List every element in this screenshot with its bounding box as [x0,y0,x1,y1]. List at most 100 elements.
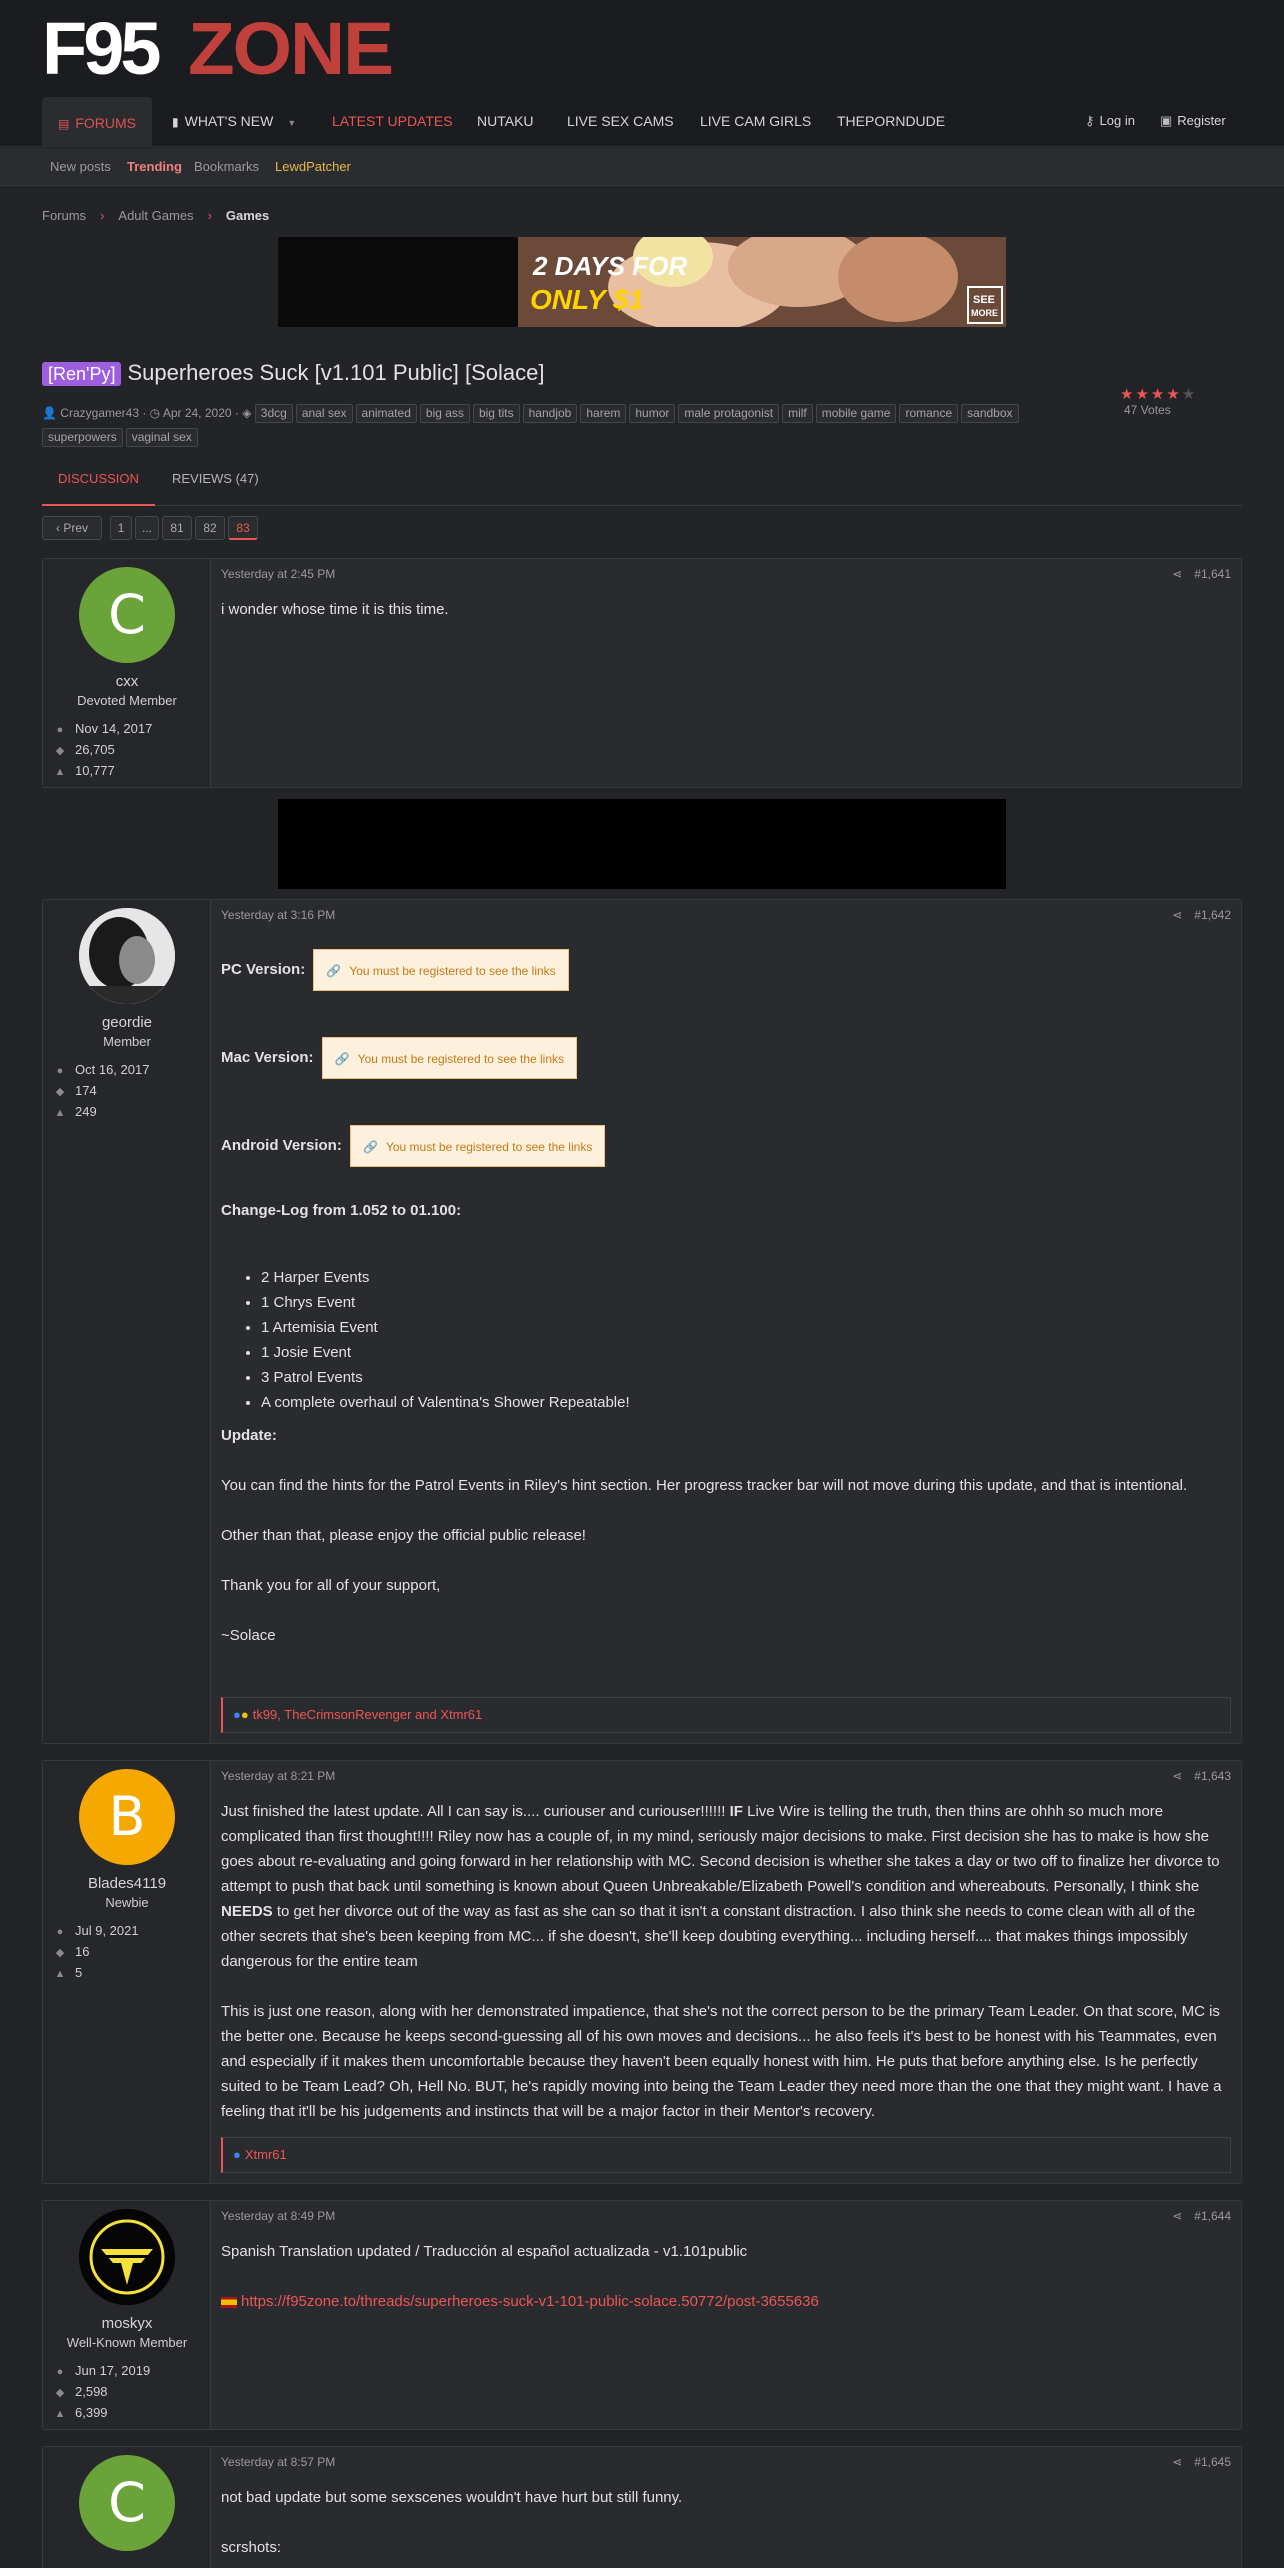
joined-date: Jul 9, 2021 [75,1923,139,1938]
post-date[interactable]: Yesterday at 8:57 PM [221,2455,335,2469]
post-number[interactable]: ⋖ #1,645 [1172,2455,1231,2469]
logo-zone: ZONE [188,16,392,78]
ad-banner[interactable]: 2 DAYS FOR ONLY $1 SEE MORE [278,237,1006,327]
nav-whats-new-label: WHAT'S NEW [184,113,274,129]
list-item: 1 Chrys Event [261,1290,1231,1315]
thread-prefix[interactable]: [Ren'Py] [42,362,122,386]
tag[interactable]: vaginal sex [125,428,198,447]
post-date[interactable]: Yesterday at 8:49 PM [221,2209,335,2223]
nav-forums[interactable]: ▤ FORUMS [42,97,153,147]
post-date[interactable]: Yesterday at 3:16 PM [221,908,335,922]
pager-current-page[interactable]: 83 [228,516,258,540]
list-item: 3 Patrol Events [261,1365,1231,1390]
username[interactable]: moskyx [43,2315,211,2332]
thread-date[interactable]: Apr 24, 2020 [163,406,232,420]
link-icon: 🔗 [363,1140,378,1155]
post-date[interactable]: Yesterday at 2:45 PM [221,567,335,581]
breadcrumb-forums[interactable]: Forums [42,208,86,223]
share-icon[interactable]: ⋖ [1172,2209,1182,2223]
nav-whats-new[interactable]: ▮ WHAT'S NEW ▼ [172,95,296,147]
reactions-list[interactable]: Xtmr61 [245,2147,287,2162]
register-link[interactable]: ▣ Register [1160,95,1226,147]
username[interactable]: Blades4119 [43,1875,211,1892]
avatar[interactable] [79,2209,175,2305]
share-icon[interactable]: ⋖ [1172,908,1182,922]
nav-latest-updates[interactable]: LATEST UPDATES [332,95,453,147]
avatar-letter: B [108,1785,146,1848]
subnav-new-posts[interactable]: New posts [50,148,111,186]
subnav-bookmarks[interactable]: Bookmarks [194,148,259,186]
post-number[interactable]: ⋖ #1,643 [1172,1769,1231,1783]
username[interactable]: geordie [43,1014,211,1031]
user-title: Devoted Member [77,693,177,708]
tag[interactable]: handjob [522,404,578,423]
share-icon[interactable]: ⋖ [1172,1769,1182,1783]
tag[interactable]: romance [899,404,959,423]
tag[interactable]: sandbox [961,404,1019,423]
post: moskyx Well-Known Member ● Jun 17, 2019 ◆… [42,2200,1242,2430]
locked-link-box[interactable]: 🔗 You must be registered to see the links [313,949,569,992]
message-count: 174 [75,1083,97,1098]
tag[interactable]: milf [782,404,813,423]
post-number[interactable]: ⋖ #1,644 [1172,2209,1231,2223]
breadcrumb: Forums › Adult Games › Games [42,208,269,223]
tag[interactable]: 3dcg [254,404,293,423]
locked-link-box[interactable]: 🔗 You must be registered to see the links [321,1037,578,1080]
post-link[interactable]: https://f95zone.to/threads/superheroes-s… [241,2293,819,2310]
nav-nutaku[interactable]: NUTAKU [477,95,534,147]
locked-link-box[interactable]: 🔗 You must be registered to see the links [350,1125,606,1168]
reactions-bar[interactable]: ● Xtmr61 [221,2137,1231,2173]
pager-page[interactable]: 81 [162,516,192,540]
thumbs-up-icon: ▲ [54,1968,66,1980]
site-logo[interactable]: F95 ZONE [42,16,392,78]
avatar[interactable]: C [79,567,175,663]
tag[interactable]: animated [355,404,417,423]
nav-live-sex-cams[interactable]: LIVE SEX CAMS [567,95,674,147]
post-number[interactable]: ⋖ #1,642 [1172,908,1231,922]
tag[interactable]: humor [629,404,676,423]
pager-page[interactable]: 1 [110,516,132,540]
avatar[interactable]: B [79,1769,175,1865]
username[interactable]: cxx [43,673,211,690]
breadcrumb-adult-games[interactable]: Adult Games [118,208,193,223]
nav-theporndude[interactable]: THEPORNDUDE [837,95,945,147]
tag[interactable]: big ass [419,404,470,423]
reactions-list[interactable]: tk99, TheCrimsonRevenger and Xtmr61 [253,1707,483,1722]
site-header: F95 ZONE [0,0,1284,95]
login-link[interactable]: ⚷ Log in [1085,95,1135,147]
user-title: Member [103,1034,151,1049]
subnav-trending[interactable]: Trending [127,148,182,186]
post-text: not bad update but some sexscenes wouldn… [221,2489,683,2506]
like-icon: ● [233,2147,241,2162]
tab-discussion[interactable]: DISCUSSION [42,462,155,506]
tab-reviews[interactable]: REVIEWS (47) [172,462,259,496]
pager-prev[interactable]: ‹ Prev [42,516,102,540]
subnav-lewdpatcher[interactable]: LewdPatcher [275,148,351,186]
tag[interactable]: mobile game [815,404,897,423]
tag[interactable]: superpowers [42,428,123,447]
post-date[interactable]: Yesterday at 8:21 PM [221,1769,335,1783]
post-number[interactable]: ⋖ #1,641 [1172,567,1231,581]
tag[interactable]: anal sex [295,404,353,423]
post-content: Yesterday at 3:16 PM ⋖ #1,642 PC Version:… [211,900,1241,1743]
ad-slot[interactable] [278,799,1006,889]
thread-author[interactable]: Crazygamer43 [60,406,139,420]
tag[interactable]: big tits [472,404,520,423]
tag[interactable]: male protagonist [678,404,780,423]
nav-live-cam-girls[interactable]: LIVE CAM GIRLS [700,95,811,147]
share-icon[interactable]: ⋖ [1172,2455,1182,2469]
chevron-right-icon: › [207,208,212,223]
pager-ellipsis[interactable]: ... [135,516,159,540]
chevron-down-icon[interactable]: ▼ [287,118,296,128]
login-label: Log in [1099,113,1135,128]
post-content: Yesterday at 8:49 PM ⋖ #1,644 Spanish Tra… [211,2201,1241,2429]
breadcrumb-games[interactable]: Games [226,208,269,223]
share-icon[interactable]: ⋖ [1172,567,1182,581]
thread-rating: ★★★★★ 47 Votes [1120,385,1197,417]
sub-nav: New posts Trending Bookmarks LewdPatcher [0,148,1284,186]
tag[interactable]: harem [580,404,627,423]
avatar[interactable] [79,908,175,1004]
reactions-bar[interactable]: ●● tk99, TheCrimsonRevenger and Xtmr61 [221,1697,1231,1733]
avatar[interactable]: C [79,2455,175,2551]
pager-page[interactable]: 82 [195,516,225,540]
